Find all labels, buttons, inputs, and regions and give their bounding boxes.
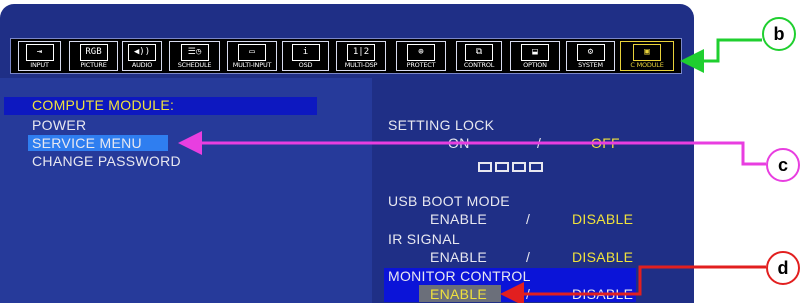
protect-icon: ⊕ — [407, 44, 435, 61]
toolbar-button-label: OPTION — [523, 61, 547, 69]
ir-signal-disable-option[interactable]: DISABLE — [572, 249, 633, 265]
rgb-picture-icon: RGB — [79, 44, 108, 61]
multi-input-icon: ▭ — [238, 44, 266, 61]
toolbar-button-input[interactable]: ⇥ INPUT — [18, 41, 61, 71]
system-gear-icon: ⚙ — [576, 44, 605, 61]
option-icon: ⬓ — [521, 44, 549, 61]
toolbar-button-schedule[interactable]: ☰◷ SCHEDULE — [169, 41, 220, 71]
usb-boot-disable-option[interactable]: DISABLE — [572, 211, 633, 227]
toolbar-button-label: MULTI-DSP — [344, 61, 378, 69]
toolbar-button-label: PICTURE — [80, 61, 107, 69]
password-input-boxes[interactable] — [478, 157, 546, 176]
toolbar-button-protect[interactable]: ⊕ PROTECT — [396, 41, 446, 71]
compute-module-title: COMPUTE MODULE: — [32, 97, 175, 113]
usb-boot-enable-option[interactable]: ENABLE — [430, 211, 487, 227]
toolbar-button-label: INPUT — [30, 61, 49, 69]
toolbar-button-label: MULTI-INPUT — [232, 61, 272, 69]
password-digit-box[interactable] — [478, 162, 492, 172]
ir-signal-separator: / — [526, 249, 531, 265]
setting-lock-on-option[interactable]: ON — [448, 135, 470, 151]
toolbar-button-label: AUDIO — [131, 61, 153, 69]
usb-boot-mode-label: USB BOOT MODE — [388, 193, 510, 209]
toolbar-button-label: SCHEDULE — [177, 61, 212, 69]
info-icon: i — [291, 44, 320, 61]
toolbar-button-osd[interactable]: i OSD — [282, 41, 329, 71]
password-digit-box[interactable] — [512, 162, 526, 172]
usb-boot-separator: / — [526, 211, 531, 227]
toolbar-button-system[interactable]: ⚙ SYSTEM — [566, 41, 615, 71]
menu-item-service-menu[interactable]: SERVICE MENU — [32, 135, 142, 151]
setting-lock-label: SETTING LOCK — [388, 117, 495, 133]
input-icon: ⇥ — [25, 44, 54, 61]
multi-display-icon: 1|2 — [347, 44, 375, 61]
monitor-control-disable-option[interactable]: DISABLE — [572, 286, 633, 302]
toolbar-button-label: CONTROL — [463, 61, 495, 69]
toolbar-button-multi-input[interactable]: ▭ MULTI-INPUT — [227, 41, 277, 71]
toolbar-button-multi-dsp[interactable]: 1|2 MULTI-DSP — [336, 41, 386, 71]
toolbar-button-picture[interactable]: RGB PICTURE — [69, 41, 118, 71]
toolbar-button-label: SYSTEM — [578, 61, 603, 69]
toolbar-button-control[interactable]: ⧉ CONTROL — [456, 41, 502, 71]
schedule-icon: ☰◷ — [180, 44, 209, 61]
menu-item-change-password[interactable]: CHANGE PASSWORD — [32, 153, 181, 169]
toolbar-button-audio[interactable]: ◀)) AUDIO — [122, 41, 162, 71]
password-digit-box[interactable] — [495, 162, 509, 172]
setting-lock-separator: / — [537, 135, 542, 151]
setting-lock-off-option[interactable]: OFF — [591, 135, 620, 151]
callout-c: c — [766, 148, 800, 182]
control-icon: ⧉ — [465, 44, 493, 61]
callout-d: d — [766, 251, 800, 285]
ir-signal-enable-option[interactable]: ENABLE — [430, 249, 487, 265]
toolbar-button-label: C MODULE — [630, 61, 664, 69]
monitor-control-label: MONITOR CONTROL — [388, 268, 531, 284]
callout-b-arrow — [680, 38, 762, 73]
password-digit-box[interactable] — [529, 162, 543, 172]
toolbar-button-c-module[interactable]: ▣ C MODULE — [620, 41, 674, 71]
toolbar-button-label: OSD — [298, 61, 313, 69]
speaker-icon: ◀)) — [128, 44, 156, 61]
toolbar-button-label: PROTECT — [406, 61, 436, 69]
callout-b: b — [762, 17, 796, 51]
monitor-control-separator: / — [526, 286, 531, 302]
menu-item-power[interactable]: POWER — [32, 117, 86, 133]
toolbar-button-option[interactable]: ⬓ OPTION — [510, 41, 560, 71]
compute-module-icon: ▣ — [633, 44, 661, 61]
monitor-control-enable-option[interactable]: ENABLE — [430, 286, 487, 302]
ir-signal-label: IR SIGNAL — [388, 231, 460, 247]
